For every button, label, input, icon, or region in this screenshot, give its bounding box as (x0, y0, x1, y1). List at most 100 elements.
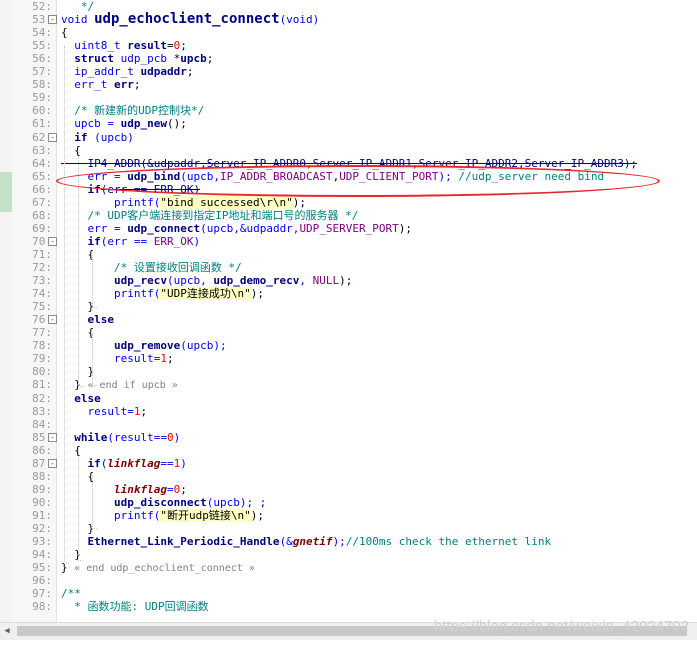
code-editor[interactable]: 52: */53: - void udp_echoclient_connect(vo… (0, 0, 697, 622)
code-line[interactable]: 74: printf("UDP连接成功\n"); (0, 287, 697, 301)
code-line[interactable]: 89: linkflag=0; (0, 483, 697, 496)
code-line[interactable]: 96: (0, 574, 697, 587)
code-token: , (299, 274, 313, 288)
code-line[interactable]: 60: /* 新建新的UDP控制块*/ (0, 104, 697, 117)
code-line[interactable]: 92: } (0, 522, 697, 535)
code-token: « end if upcb » (87, 380, 178, 392)
code-token: result= (61, 352, 161, 366)
code-text: if (upcb) (61, 131, 134, 144)
code-line[interactable]: 80: } (0, 365, 697, 378)
code-text: err_t err; (61, 78, 140, 91)
code-line[interactable]: 95:} « end udp_echoclient_connect » (0, 561, 697, 574)
code-line[interactable]: 58: err_t err; (0, 78, 697, 91)
code-line[interactable]: 72: /* 设置接收回调函数 */ (0, 261, 697, 274)
code-line[interactable]: 98: * 函数功能: UDP回调函数 (0, 600, 697, 613)
code-text: { (61, 26, 68, 39)
code-line[interactable]: 79: result=1; (0, 352, 697, 365)
code-token: udpaddr (140, 65, 187, 79)
code-token: (upcb); ; (206, 495, 267, 509)
code-token: ); (250, 508, 264, 522)
code-line[interactable]: 82: else (0, 392, 697, 405)
fold-toggle-icon[interactable]: - (48, 132, 57, 142)
line-number: 89: (32, 482, 52, 496)
code-line[interactable]: 68: /* UDP客户端连接到指定IP地址和端口号的服务器 */ (0, 209, 697, 222)
fold-toggle-icon[interactable]: - (48, 15, 57, 25)
code-token: struct (61, 52, 121, 66)
code-line[interactable]: 56: struct udp_pcb *upcb; (0, 52, 697, 65)
code-line[interactable]: 91: printf("断开udp链接\n"); (0, 508, 697, 522)
code-line[interactable]: 84: (0, 418, 697, 431)
code-token: Ethernet_Link_Periodic_Handle (87, 535, 280, 549)
chevron-left-icon[interactable]: ◀ (2, 626, 12, 636)
code-token: result (127, 39, 167, 53)
line-number: 85: (32, 430, 52, 444)
code-line[interactable]: 64: IP4_ADDR(&udpaddr,Server_IP_ADDR0,Se… (0, 157, 697, 170)
code-line[interactable]: 69: err = udp_connect(upcb,&udpaddr,UDP_… (0, 222, 697, 235)
code-line[interactable]: 71: { (0, 248, 697, 261)
code-line[interactable]: 86: { (0, 444, 697, 457)
code-line[interactable]: 57: ip_addr_t udpaddr; (0, 65, 697, 78)
line-number: 93: (32, 535, 52, 549)
code-text: */ (61, 0, 94, 13)
code-token: linkflag (113, 482, 167, 496)
code-token: ERR_OK (153, 234, 194, 248)
code-token: "bind successed\r\n" (160, 195, 293, 209)
code-line[interactable]: 53: - void udp_echoclient_connect(void) (0, 12, 697, 26)
line-number: 79: (32, 352, 52, 366)
code-line[interactable]: 66: if(err == ERR_OK) (0, 183, 697, 196)
line-number: 97: (32, 587, 52, 601)
code-line[interactable]: 70: - if(err == ERR_OK) (0, 235, 697, 248)
code-token: printf( (61, 508, 161, 522)
line-number: 91: (32, 508, 52, 522)
fold-toggle-icon[interactable]: - (48, 236, 57, 246)
code-line[interactable]: 90: udp_disconnect(upcb); ; (0, 496, 697, 509)
code-line[interactable]: 59: (0, 91, 697, 104)
code-token: NULL (312, 274, 340, 288)
code-token: ); (398, 221, 413, 235)
code-token: IP_ADDR_BROADCAST (219, 169, 333, 183)
line-number: 63: (32, 143, 52, 157)
bottom-strip (0, 640, 697, 647)
code-line[interactable]: 73: udp_recv(upcb, udp_demo_recv, NULL); (0, 274, 697, 287)
code-line[interactable]: 87: - if(linkflag==1) (0, 457, 697, 470)
code-token: udp_new (120, 117, 167, 131)
code-line[interactable]: 93: Ethernet_Link_Periodic_Handle(&gneti… (0, 535, 697, 548)
code-line[interactable]: 77: { (0, 326, 697, 339)
code-line[interactable]: 81: } « end if upcb » (0, 378, 697, 391)
line-number: 88: (32, 469, 52, 483)
code-line[interactable]: 75: } (0, 300, 697, 313)
code-token: ) (193, 234, 201, 248)
code-line[interactable]: 83: result=1; (0, 405, 697, 418)
code-line[interactable]: 85: - while(result==0) (0, 431, 697, 444)
code-line[interactable]: 63: { (0, 144, 697, 157)
code-line[interactable]: 78: udp_remove(upcb); (0, 339, 697, 352)
code-line[interactable]: 62: - if (upcb) (0, 131, 697, 144)
line-number: 72: (32, 261, 52, 274)
code-line[interactable]: 55: uint8_t result=0; (0, 39, 697, 52)
code-line[interactable]: 61: upcb = udp_new(); (0, 117, 697, 130)
code-text: err = udp_bind(upcb,IP_ADDR_BROADCAST,UD… (61, 170, 604, 183)
code-line[interactable]: 97: /** (0, 587, 697, 600)
code-line[interactable]: 76: - else (0, 313, 697, 326)
watermark: https://blog.csdn.net/weixin_42024702 (433, 618, 689, 635)
code-token: /* 设置接收回调函数 */ (61, 261, 242, 274)
code-token: UDP_CLIENT_PORT (339, 169, 439, 183)
line-number: 78: (32, 339, 52, 353)
code-line[interactable]: 65: err = udp_bind(upcb,IP_ADDR_BROADCAS… (0, 170, 697, 183)
code-text: udp_remove(upcb); (61, 339, 227, 352)
code-line[interactable]: 88: { (0, 470, 697, 483)
code-token: (upcb) (94, 130, 134, 144)
fold-toggle-icon[interactable]: - (48, 458, 57, 468)
code-token: ; (133, 78, 141, 92)
scope-guide (92, 255, 97, 308)
fold-toggle-icon[interactable]: - (48, 315, 57, 325)
fold-toggle-icon[interactable]: - (48, 432, 57, 442)
code-line[interactable]: 54: { (0, 26, 697, 39)
code-text: /* 设置接收回调函数 */ (61, 261, 242, 274)
code-text: /* 新建新的UDP控制块*/ (61, 104, 204, 117)
scope-guide (92, 333, 97, 386)
code-line[interactable]: 67: printf("bind successed\r\n"); (0, 195, 697, 209)
line-number: 95: (32, 561, 52, 575)
code-token: "UDP连接成功\n" (160, 287, 251, 301)
code-line[interactable]: 94: } (0, 548, 697, 561)
